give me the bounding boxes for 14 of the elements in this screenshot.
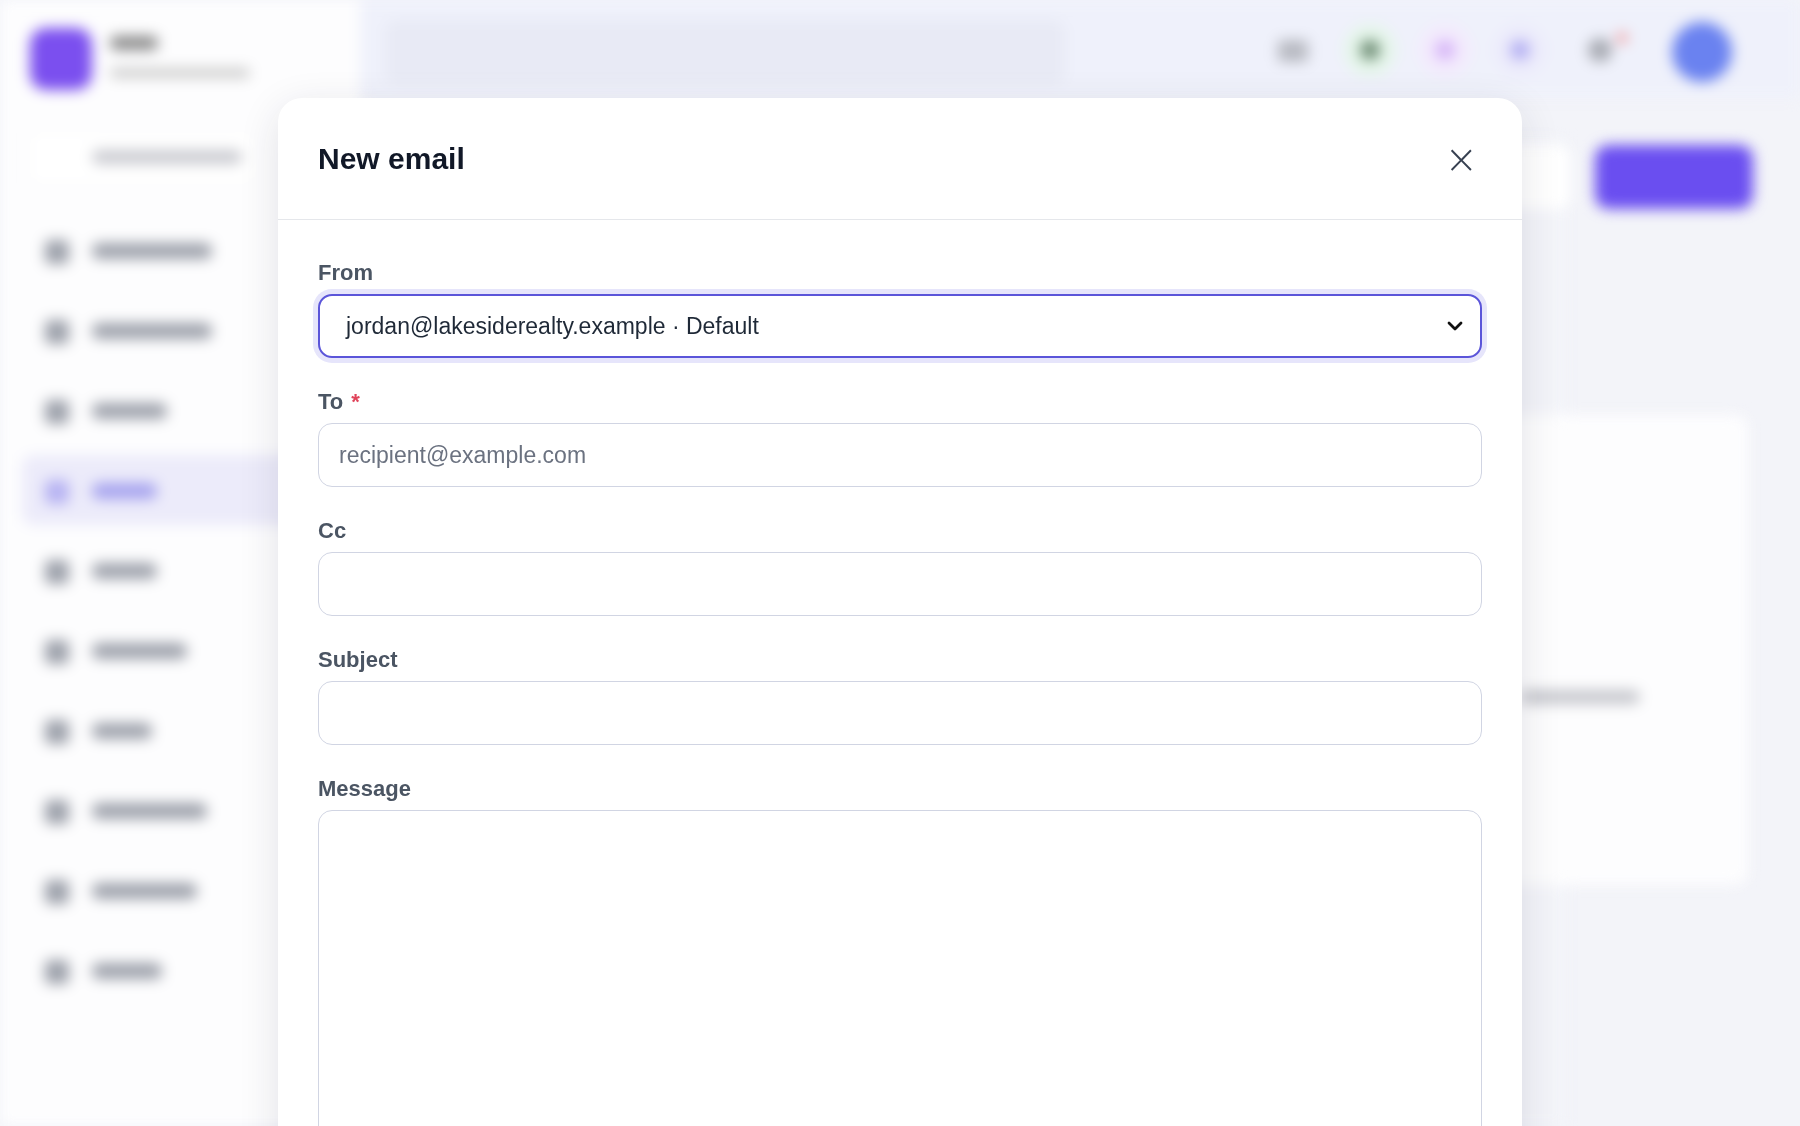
input-field[interactable]: recipient@example.com (318, 423, 1482, 487)
required-asterisk: * (351, 389, 360, 415)
dialog-title: New email (318, 141, 465, 176)
dropdown-value: jordan@lakesiderealty.example · Default (346, 312, 759, 340)
field-label: Message (318, 776, 411, 802)
input-field[interactable] (318, 681, 1482, 745)
close-button[interactable]: × (1440, 138, 1482, 179)
field-label: From (318, 260, 373, 286)
chevron-down-icon (1446, 320, 1464, 332)
message-field[interactable] (318, 810, 1482, 1126)
field-label: Cc (318, 518, 347, 544)
field-label: To (318, 389, 344, 415)
input-field[interactable] (318, 552, 1482, 616)
field-label: Subject (318, 647, 398, 673)
